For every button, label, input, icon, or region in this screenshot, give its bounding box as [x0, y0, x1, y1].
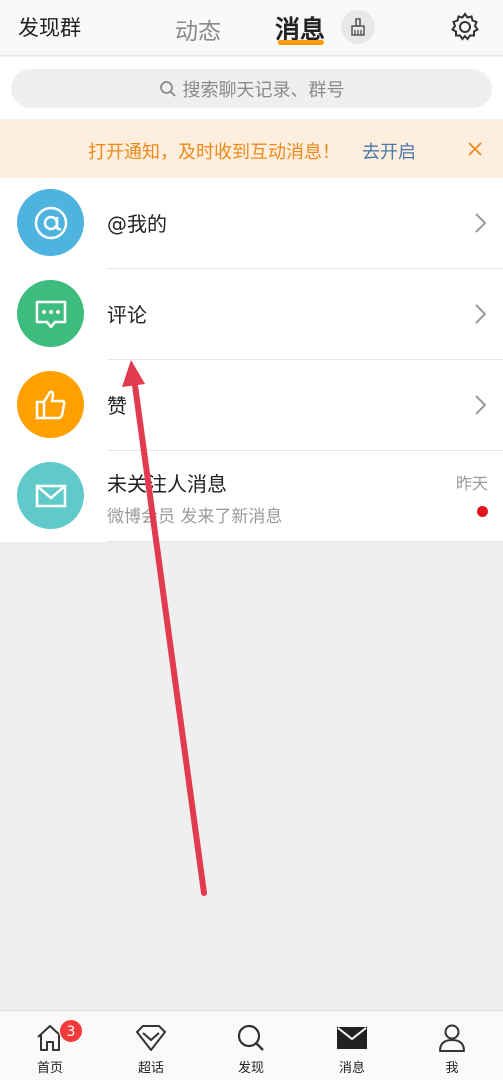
conversation-preview: 微博会员 发来了新消息 [107, 507, 283, 527]
active-tab-indicator [278, 40, 324, 45]
close-icon[interactable] [462, 136, 488, 162]
nav-label: 我 [445, 1061, 459, 1076]
list-item-label: 评论 [107, 303, 147, 327]
notification-banner: 打开通知，及时收到互动消息！ 去开启 [0, 120, 503, 178]
nav-label: 发现 [237, 1061, 264, 1076]
list-item-comments[interactable]: 评论 [0, 269, 503, 360]
search-section: 搜索聊天记录、群号 [0, 57, 503, 119]
search-icon [159, 80, 177, 98]
chevron-right-icon [475, 395, 487, 415]
list-item-stranger-messages[interactable]: 未关注人消息 微博会员 发来了新消息 昨天 [0, 451, 503, 542]
enable-notifications-link[interactable]: 去开启 [362, 138, 416, 164]
at-icon [17, 189, 84, 256]
list-item-mentions[interactable]: @我的 [0, 178, 503, 269]
nav-profile[interactable]: 我 [402, 1011, 502, 1080]
unread-badge: 3 [59, 1019, 83, 1043]
bottom-nav: 3 首页 超话 发现 消息 我 [0, 1010, 503, 1080]
nav-messages[interactable]: 消息 [302, 1011, 402, 1080]
mail-icon [17, 462, 84, 529]
search-placeholder: 搜索聊天记录、群号 [182, 79, 345, 101]
search-icon [234, 1021, 268, 1055]
list-item-label: 赞 [107, 394, 127, 418]
nav-home[interactable]: 3 首页 [0, 1011, 100, 1080]
mail-icon [335, 1021, 369, 1055]
list-item-likes[interactable]: 赞 [0, 360, 503, 451]
comment-icon [17, 280, 84, 347]
search-input[interactable]: 搜索聊天记录、群号 [11, 69, 492, 108]
nav-label: 首页 [36, 1061, 63, 1076]
conversation-title: 未关注人消息 [107, 472, 227, 496]
diamond-icon [134, 1021, 168, 1055]
nav-label: 超话 [137, 1061, 164, 1076]
chevron-right-icon [475, 213, 487, 233]
discover-groups-button[interactable]: 发现群 [18, 12, 81, 42]
nav-discover[interactable]: 发现 [201, 1011, 301, 1080]
nav-label: 消息 [338, 1061, 365, 1076]
divider [107, 541, 503, 542]
tab-dynamic[interactable]: 动态 [175, 12, 221, 46]
person-icon [435, 1021, 469, 1055]
message-list: @我的 评论 赞 未关注人消息 微博会员 发来了新消息 昨天 [0, 178, 503, 542]
nav-super-topics[interactable]: 超话 [101, 1011, 201, 1080]
top-bar: 发现群 动态 消息 [0, 0, 503, 56]
broom-icon[interactable] [341, 10, 375, 44]
banner-text: 打开通知，及时收到互动消息！ [88, 142, 340, 163]
list-item-label: @我的 [107, 212, 167, 236]
thumbs-up-icon [17, 371, 84, 438]
unread-dot [477, 506, 488, 517]
gear-icon[interactable] [448, 10, 482, 44]
conversation-time: 昨天 [455, 474, 488, 493]
chevron-right-icon [475, 304, 487, 324]
